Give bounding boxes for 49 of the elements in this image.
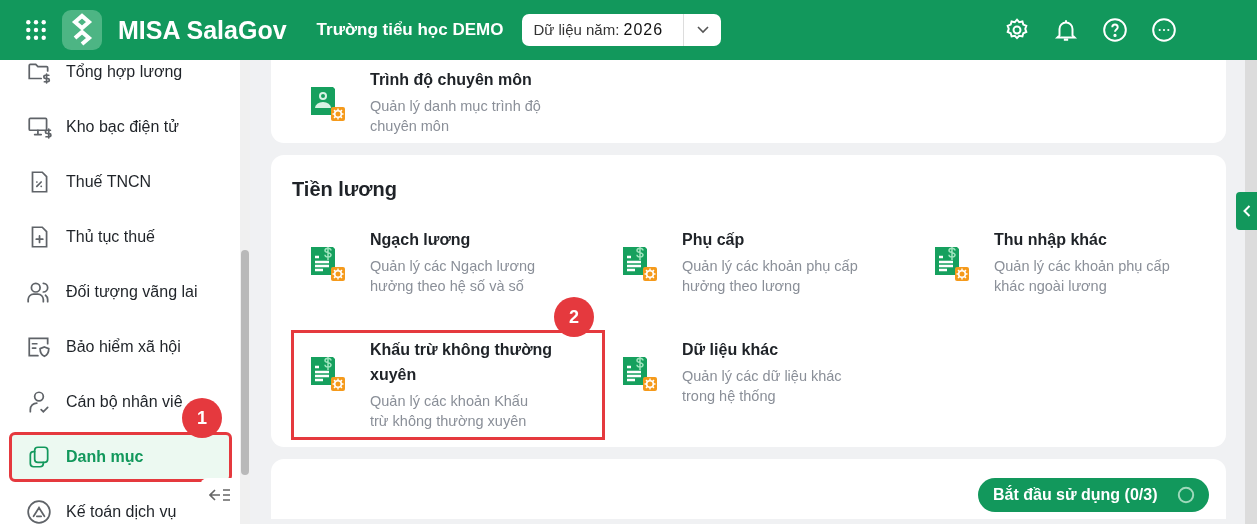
- id-shield-icon: [26, 334, 52, 360]
- catalog-tile[interactable]: Ngạch lương Quản lý các Ngạch lương hưởng theo hệ số và số: [292, 221, 604, 296]
- school-name: Trường tiểu học DEMO: [316, 20, 504, 40]
- catalog-tile[interactable]: Dữ liệu khác Quản lý các dữ liệu khác trong hệ thống: [604, 331, 916, 439]
- catalog-tile[interactable]: Trình độ chuyên môn Quản lý danh mục trình độ chuyên môn: [292, 61, 604, 136]
- tile-description: Quản lý các khoản phụ cấp khác ngoài lương: [994, 257, 1170, 296]
- triangle-circle-icon: [26, 499, 52, 524]
- sidebar-item[interactable]: Tổng hợp lương: [12, 60, 183, 94]
- copy-icon: [26, 444, 52, 470]
- tile-description: Quản lý các khoản phụ cấp hưởng theo lương: [682, 257, 858, 296]
- expand-panel-tab[interactable]: [1236, 192, 1257, 230]
- progress-ring-icon: [1177, 486, 1196, 504]
- collapse-icon: [209, 488, 231, 502]
- sidebar-item[interactable]: Đối tượng vãng lai: [12, 270, 198, 314]
- sidebar-item[interactable]: Thuế TNCN: [12, 160, 152, 204]
- step-badge: 1: [182, 398, 222, 438]
- tile-description: Quản lý các dữ liệu khác trong hệ thống: [682, 367, 843, 406]
- tile-title: Thu nhập khác: [994, 230, 1108, 250]
- chevron-left-icon: [1242, 205, 1251, 217]
- scrollbar-thumb[interactable]: [241, 250, 249, 475]
- year-select[interactable]: Dữ liệu năm: 2026: [522, 14, 722, 46]
- sidebar-item[interactable]: Bảo hiểm xã hội: [12, 325, 181, 369]
- bell-icon[interactable]: [1053, 17, 1079, 43]
- help-icon[interactable]: [1102, 17, 1128, 43]
- sidebar-item[interactable]: Cán bộ nhân viê: [12, 380, 183, 424]
- app-grid-icon[interactable]: [25, 19, 47, 41]
- tile-title: Khấu trừ không thường xuyên: [370, 340, 554, 385]
- monitor-dollar-icon: [26, 114, 52, 140]
- tile-description: Quản lý các khoản Khấu trừ không thường xuyên: [370, 392, 529, 431]
- catalog-tile[interactable]: Thu nhập khác Quản lý các khoản phụ cấp khác ngoài lương: [916, 221, 1228, 296]
- more-icon[interactable]: [1151, 17, 1177, 43]
- tile-description: Quản lý các Ngạch lương hưởng theo hệ số và số: [370, 257, 537, 296]
- catalog-tile[interactable]: Phụ cấp Quản lý các khoản phụ cấp hưởng theo lương: [604, 221, 916, 296]
- get-started-button[interactable]: Bắt đầu sử dụng (0/3): [978, 478, 1210, 512]
- tile-title: Dữ liệu khác: [682, 340, 780, 360]
- user-check-icon: [26, 389, 52, 415]
- tile-title: Ngạch lương: [370, 230, 472, 250]
- tile-title: Phụ cấp: [682, 230, 746, 250]
- sidebar-item[interactable]: Kho bạc điện tử: [12, 105, 179, 149]
- step-badge: 2: [554, 297, 594, 337]
- sidebar-item[interactable]: Thủ tục thuế: [12, 215, 155, 259]
- logo-icon: [62, 10, 102, 50]
- users-icon: [26, 279, 52, 305]
- app-name: MISA SalaGov: [118, 15, 287, 45]
- section-title: Tiền lương: [292, 178, 398, 201]
- tile-title: Trình độ chuyên môn: [370, 70, 533, 90]
- sidebar-item[interactable]: Kế toán dịch vụ: [12, 490, 177, 524]
- tile-description: Quản lý danh mục trình độ chuyên môn: [370, 97, 542, 136]
- chevron-down-icon: [697, 26, 710, 34]
